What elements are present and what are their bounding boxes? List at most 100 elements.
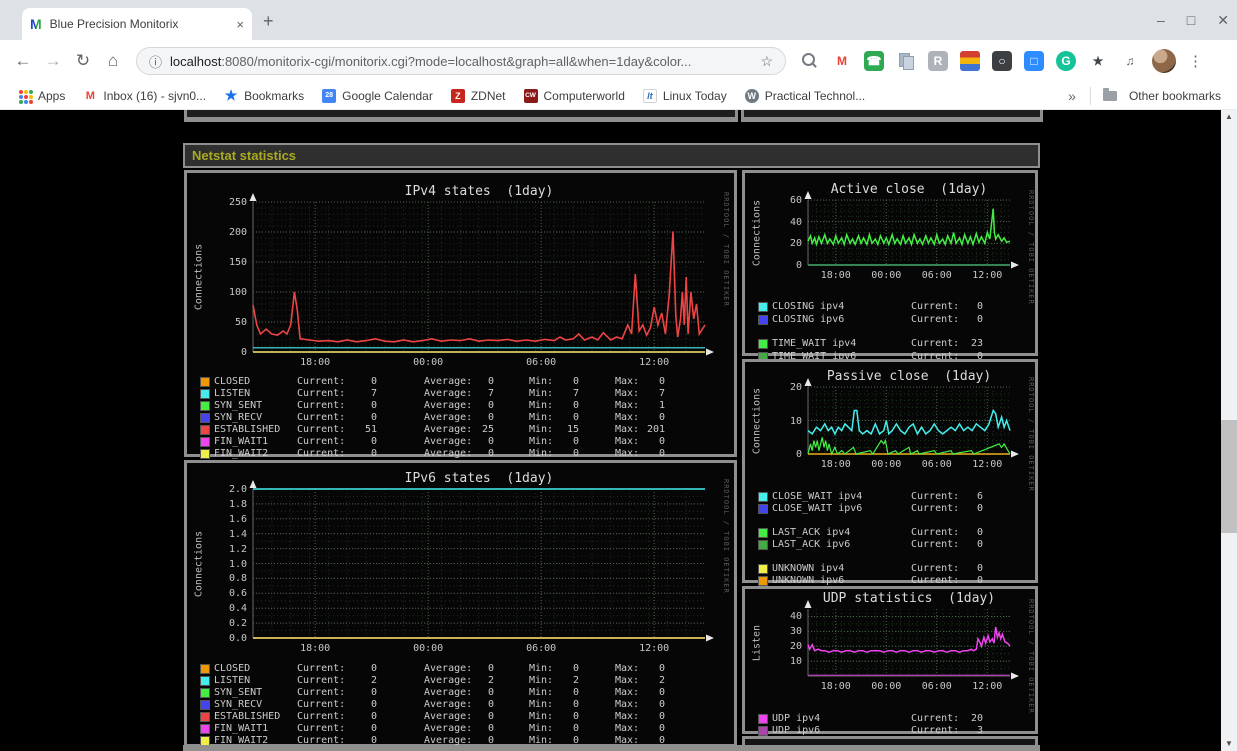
url-text: localhost:8080/monitorix-cgi/monitorix.c…	[170, 54, 752, 69]
legend-value: 0	[487, 400, 494, 411]
bookmark-item-practical-technol[interactable]: W Practical Technol...	[744, 88, 866, 103]
y-tick-label: 200	[228, 227, 247, 238]
section-header: Netstat statistics	[183, 143, 1040, 168]
letter-r-icon[interactable]: R	[928, 51, 948, 71]
legend-row: UDP ipv4 Current: 20	[745, 713, 1035, 725]
legend-value: 25	[481, 424, 494, 435]
legend-value: 0	[370, 376, 377, 387]
bookmark-item-zdnet[interactable]: Z ZDNet	[450, 88, 506, 103]
legend-value: 0	[976, 301, 983, 312]
legend-value: 0	[572, 448, 579, 459]
scrollbar[interactable]: ▲ ▼	[1221, 110, 1237, 751]
bookmark-star-icon[interactable]: ☆	[760, 53, 773, 70]
new-tab-button[interactable]: +	[263, 12, 274, 30]
dark-app-icon[interactable]: ○	[992, 51, 1012, 71]
maximize-button[interactable]: □	[1187, 12, 1195, 28]
legend-swatch	[758, 315, 768, 325]
address-bar[interactable]: ⓘ localhost:8080/monitorix-cgi/monitorix…	[136, 47, 786, 75]
scroll-down-arrow[interactable]: ▼	[1221, 737, 1237, 751]
wp-icon: W	[744, 88, 759, 103]
next-section-edge	[183, 745, 1040, 751]
page-info-icon[interactable]: ⓘ	[149, 52, 162, 71]
gmail-icon[interactable]: M	[832, 51, 852, 71]
legend-value: 0	[572, 687, 579, 698]
legend-swatch	[200, 676, 210, 686]
phone-icon[interactable]: ☎	[864, 51, 884, 71]
bookmark-item-computerworld[interactable]: CW Computerworld	[523, 88, 625, 103]
bookmark-item-inbox-16-sjvn0[interactable]: M Inbox (16) - sjvn0...	[83, 88, 206, 103]
extension-icons: M ☎ R ○ □ G ★ ♫	[800, 51, 1140, 71]
y-tick-label: 10	[789, 415, 802, 427]
browser-menu-icon[interactable]: ⋮	[1188, 52, 1203, 70]
legend-row: LAST_ACK ipv6 Current: 0	[745, 539, 1035, 551]
legend-text: FIN_WAIT1	[214, 723, 269, 734]
search-icon[interactable]	[800, 51, 820, 71]
chart-udp-statistics[interactable]: UDP statistics (1day) 10 20 30 40 18:00 00:00 0…	[742, 586, 1038, 736]
reload-button[interactable]: ↻	[68, 51, 98, 71]
y-tick-label: 10	[789, 656, 802, 668]
legend-text: UNKNOWN ipv4	[772, 563, 845, 574]
back-button[interactable]: ←	[8, 51, 38, 71]
legend-value: 0	[976, 575, 983, 586]
legend-value: 0	[658, 723, 665, 734]
legend-text: SYN_SENT	[214, 400, 263, 411]
bookmark-label: Linux Today	[662, 88, 727, 103]
tab-close-icon[interactable]: ×	[236, 17, 244, 32]
legend-swatch	[200, 724, 210, 734]
minimize-button[interactable]: –	[1157, 12, 1165, 28]
legend-swatch	[758, 504, 768, 514]
rrdtool-watermark: RRDTOOL / TOBI OETIKER	[722, 192, 730, 307]
bookmarks-overflow-chevron[interactable]: »	[1068, 88, 1076, 104]
x-tick-label: 12:00	[972, 459, 1003, 470]
scrollbar-thumb[interactable]	[1221, 420, 1237, 533]
other-bookmarks[interactable]: Other bookmarks	[1102, 87, 1221, 103]
legend-value: 7	[658, 388, 665, 399]
bookmark-label: Practical Technol...	[764, 88, 866, 103]
monitorix-page: Netstat statistics IPv4 states (1day) 0 50…	[0, 110, 1221, 751]
y-axis-label: Connections	[193, 243, 205, 311]
y-tick-label: 40	[789, 611, 802, 623]
grid-icon	[18, 88, 32, 103]
y-tick-label: 0	[795, 449, 802, 460]
y-axis-label: Listen	[751, 624, 763, 661]
browser-tab[interactable]: M Blue Precision Monitorix ×	[22, 8, 252, 40]
x-tick-label: 06:00	[526, 357, 557, 368]
y-tick-label: 0.2	[228, 618, 247, 630]
bookmark-item-bookmarks[interactable]: ★ Bookmarks	[224, 87, 304, 103]
forward-button[interactable]: →	[38, 51, 68, 71]
browser-toolbar: ← → ↻ ⌂ ⓘ localhost:8080/monitorix-cgi/m…	[0, 40, 1237, 82]
legend-row: ESTABLISHED Current: 0 Average: 0 Min: 0 Max: 0	[187, 711, 734, 723]
zoom-icon[interactable]: □	[1024, 51, 1044, 71]
gmail-icon: M	[83, 88, 98, 103]
legend-row: SYN_SENT Current: 0 Average: 0 Min: 0 Max: 0	[187, 687, 734, 699]
tab-title: Blue Precision Monitorix	[49, 17, 179, 31]
legend-swatch	[758, 528, 768, 538]
books-icon[interactable]	[960, 51, 980, 71]
chart-title: IPv4 states (1day)	[404, 184, 554, 199]
scroll-up-arrow[interactable]: ▲	[1221, 110, 1237, 124]
bookmark-item-linux-today[interactable]: lt Linux Today	[642, 88, 727, 103]
legend-value: 0	[370, 400, 377, 411]
bookmark-item-google-calendar[interactable]: 28 Google Calendar	[322, 88, 433, 103]
legend-text: ESTABLISHED	[214, 424, 281, 435]
y-tick-label: 1.6	[228, 513, 247, 525]
chart-passive-close[interactable]: Passive close (1day) 0 10 20 18:00 00:00 06:00…	[742, 359, 1038, 586]
legend-value: 0	[976, 563, 983, 574]
legend-text: UDP ipv4	[772, 713, 821, 724]
legend-value: 0	[976, 527, 983, 538]
close-button[interactable]: ✕	[1217, 12, 1229, 29]
copy-pages-icon[interactable]	[896, 51, 916, 71]
playlist-icon[interactable]: ♫	[1120, 51, 1140, 71]
grammarly-icon[interactable]: G	[1056, 51, 1076, 71]
extension-pin-icon[interactable]: ★	[1088, 51, 1108, 71]
profile-avatar[interactable]	[1152, 49, 1176, 73]
bookmark-item-apps[interactable]: Apps	[18, 88, 65, 103]
x-tick-label: 00:00	[871, 270, 902, 281]
legend-value: 0	[572, 711, 579, 722]
legend-swatch	[758, 302, 768, 312]
chart-ipv6-states[interactable]: IPv6 states (1day) 0.0 0.2 0.4 0.6 0.8 1.0 1.2 1…	[184, 460, 737, 747]
chart-active-close[interactable]: Active close (1day) 0 20 40 60 18:00 00:00 06:0…	[742, 170, 1038, 362]
section-title: Netstat statistics	[192, 148, 297, 163]
chart-ipv4-states[interactable]: IPv4 states (1day) 0 50 100 150 200 250 18:00 00…	[184, 170, 737, 459]
home-button[interactable]: ⌂	[98, 51, 128, 71]
